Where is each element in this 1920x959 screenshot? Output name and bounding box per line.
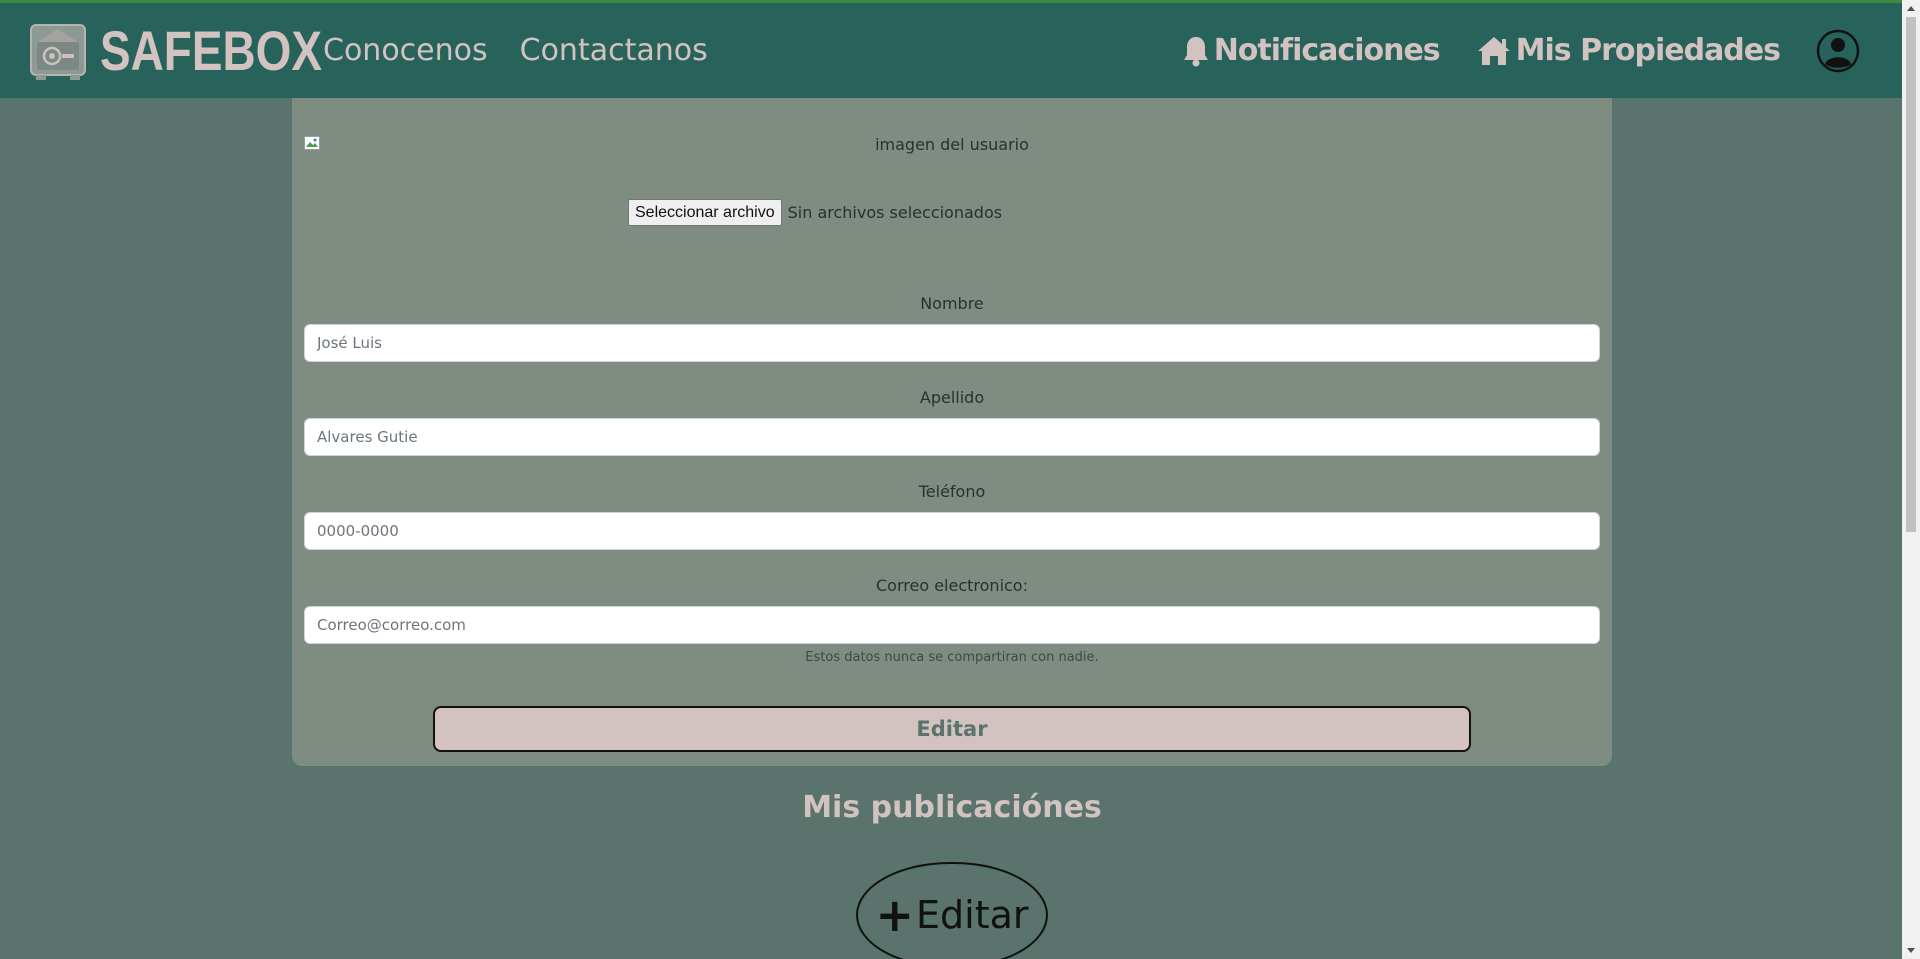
safe-icon	[30, 23, 86, 80]
file-upload: Seleccionar archivo Sin archivos selecci…	[628, 199, 1002, 226]
brand[interactable]: SAFEBOX	[28, 18, 371, 83]
privacy-help-text: Estos datos nunca se compartiran con nad…	[805, 650, 1099, 665]
nombre-input[interactable]	[304, 324, 1600, 362]
label-telefono: Teléfono	[918, 482, 986, 501]
broken-image-icon	[304, 136, 320, 150]
nav-links: Conocenos Contactanos	[323, 3, 740, 98]
page-scrollbar[interactable]	[1902, 0, 1920, 959]
profile-card: imagen del usuario Seleccionar archivo S…	[292, 98, 1612, 766]
nav-actions: Notificaciones Mis Propiedades	[1182, 3, 1860, 98]
scroll-up-arrow-icon[interactable]	[1907, 6, 1915, 11]
label-apellido: Apellido	[919, 388, 985, 407]
properties-link[interactable]: Mis Propiedades	[1476, 33, 1781, 68]
label-nombre: Nombre	[920, 294, 984, 313]
add-publication-label: Editar	[916, 893, 1029, 937]
scroll-down-arrow-icon[interactable]	[1907, 948, 1915, 953]
user-image-alt: imagen del usuario	[875, 134, 1029, 154]
notifications-label: Notificaciones	[1213, 33, 1441, 68]
user-image: imagen del usuario	[304, 134, 1600, 154]
label-correo: Correo electronico:	[876, 576, 1028, 595]
brand-name: SAFEBOX	[100, 19, 322, 82]
user-circle-icon[interactable]	[1816, 29, 1860, 73]
email-input[interactable]	[304, 606, 1600, 644]
choose-file-button[interactable]: Seleccionar archivo	[628, 199, 782, 226]
edit-profile-button[interactable]: Editar	[433, 706, 1471, 752]
apellido-input[interactable]	[304, 418, 1600, 456]
house-icon	[1477, 36, 1510, 65]
file-status: Sin archivos seleccionados	[787, 203, 1003, 222]
nav-link-conocenos[interactable]: Conocenos	[323, 33, 488, 68]
telefono-input[interactable]	[304, 512, 1600, 550]
navbar: SAFEBOX Conocenos Contactanos Notificaci…	[0, 3, 1902, 98]
nav-link-contactanos[interactable]: Contactanos	[520, 33, 708, 68]
plus-icon: +	[875, 888, 915, 942]
publications-title: Mis publicaciónes	[802, 790, 1102, 825]
notifications-link[interactable]: Notificaciones	[1182, 33, 1441, 68]
scroll-thumb[interactable]	[1906, 17, 1916, 532]
properties-label: Mis Propiedades	[1515, 33, 1781, 68]
bell-icon	[1183, 36, 1208, 66]
add-publication-button[interactable]: + Editar	[856, 862, 1048, 959]
